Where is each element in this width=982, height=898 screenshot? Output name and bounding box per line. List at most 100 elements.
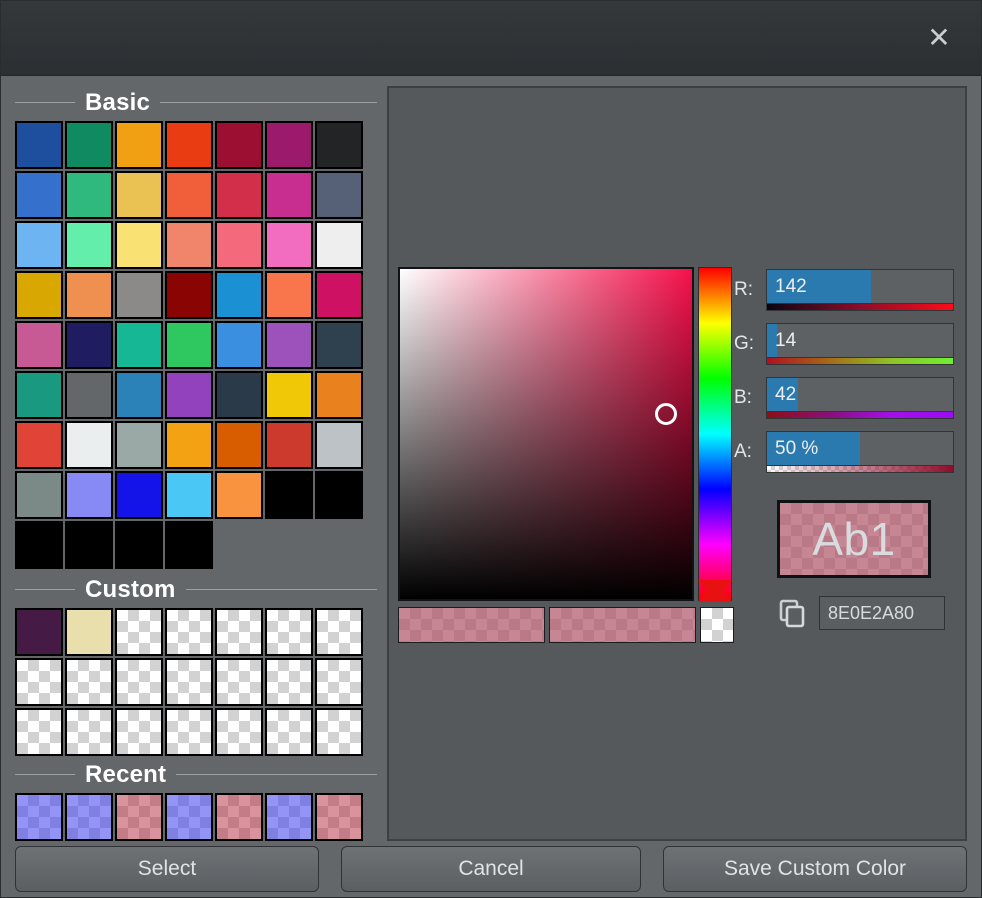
basic-swatch[interactable] [315, 271, 363, 319]
basic-swatch[interactable] [15, 121, 63, 169]
basic-swatch[interactable] [65, 121, 113, 169]
recent-swatch[interactable] [165, 793, 213, 841]
basic-swatch[interactable] [215, 371, 263, 419]
basic-swatch[interactable] [15, 171, 63, 219]
custom-swatch[interactable] [15, 708, 63, 756]
basic-swatch[interactable] [165, 271, 213, 319]
recent-swatch[interactable] [315, 793, 363, 841]
recent-swatch[interactable] [65, 793, 113, 841]
basic-swatch[interactable] [315, 121, 363, 169]
basic-swatch[interactable] [165, 471, 213, 519]
basic-swatch[interactable] [65, 321, 113, 369]
cancel-button[interactable]: Cancel [341, 846, 641, 892]
custom-swatch[interactable] [265, 658, 313, 706]
recent-swatch[interactable] [15, 793, 63, 841]
custom-swatch[interactable] [65, 708, 113, 756]
custom-swatch[interactable] [265, 608, 313, 656]
custom-swatch[interactable] [315, 608, 363, 656]
basic-swatch[interactable] [115, 421, 163, 469]
basic-swatch[interactable] [65, 471, 113, 519]
basic-swatch[interactable] [115, 521, 163, 569]
basic-swatch[interactable] [165, 171, 213, 219]
basic-swatch[interactable] [15, 421, 63, 469]
channel-slider-red[interactable]: 142 [766, 269, 954, 304]
basic-swatch[interactable] [265, 221, 313, 269]
custom-swatch[interactable] [165, 658, 213, 706]
basic-swatch[interactable] [315, 471, 363, 519]
recent-swatch[interactable] [265, 793, 313, 841]
custom-swatch[interactable] [215, 708, 263, 756]
basic-swatch[interactable] [65, 521, 113, 569]
custom-swatch[interactable] [215, 608, 263, 656]
basic-swatch[interactable] [15, 321, 63, 369]
basic-swatch[interactable] [265, 121, 313, 169]
basic-swatch[interactable] [15, 371, 63, 419]
basic-swatch[interactable] [215, 421, 263, 469]
basic-swatch[interactable] [265, 471, 313, 519]
channel-slider-green[interactable]: 14 [766, 323, 954, 358]
basic-swatch[interactable] [165, 321, 213, 369]
basic-swatch[interactable] [115, 171, 163, 219]
custom-swatch[interactable] [215, 658, 263, 706]
custom-swatch[interactable] [315, 658, 363, 706]
basic-swatch[interactable] [65, 421, 113, 469]
basic-swatch[interactable] [115, 271, 163, 319]
basic-swatch[interactable] [65, 221, 113, 269]
hue-slider[interactable] [698, 267, 732, 601]
custom-swatch[interactable] [115, 658, 163, 706]
basic-swatch[interactable] [65, 271, 113, 319]
channel-slider-blue[interactable]: 42 [766, 377, 954, 412]
current-color-strip[interactable] [549, 607, 696, 643]
custom-swatch[interactable] [15, 608, 63, 656]
basic-swatch[interactable] [265, 171, 313, 219]
custom-swatch[interactable] [65, 658, 113, 706]
copy-icon[interactable] [777, 598, 807, 628]
basic-swatch[interactable] [115, 371, 163, 419]
basic-swatch[interactable] [165, 521, 213, 569]
basic-swatch[interactable] [115, 121, 163, 169]
basic-swatch[interactable] [165, 221, 213, 269]
close-icon[interactable]: ✕ [911, 10, 967, 66]
basic-swatch[interactable] [265, 321, 313, 369]
basic-swatch[interactable] [215, 221, 263, 269]
recent-swatch[interactable] [215, 793, 263, 841]
basic-swatch[interactable] [215, 121, 263, 169]
basic-swatch[interactable] [315, 321, 363, 369]
basic-swatch[interactable] [115, 471, 163, 519]
custom-swatch[interactable] [115, 708, 163, 756]
basic-swatch[interactable] [265, 271, 313, 319]
basic-swatch[interactable] [265, 371, 313, 419]
basic-swatch[interactable] [315, 421, 363, 469]
basic-swatch[interactable] [15, 271, 63, 319]
recent-swatch[interactable] [115, 793, 163, 841]
basic-swatch[interactable] [15, 221, 63, 269]
custom-swatch[interactable] [315, 708, 363, 756]
previous-color-strip[interactable] [398, 607, 545, 643]
basic-swatch[interactable] [215, 321, 263, 369]
basic-swatch[interactable] [215, 471, 263, 519]
basic-swatch[interactable] [165, 421, 213, 469]
basic-swatch[interactable] [315, 171, 363, 219]
custom-swatch[interactable] [165, 708, 213, 756]
basic-swatch[interactable] [15, 471, 63, 519]
custom-swatch[interactable] [65, 608, 113, 656]
basic-swatch[interactable] [215, 171, 263, 219]
channel-slider-alpha[interactable]: 50 % [766, 431, 954, 466]
basic-swatch[interactable] [315, 221, 363, 269]
custom-swatch[interactable] [165, 608, 213, 656]
basic-swatch[interactable] [315, 371, 363, 419]
custom-swatch[interactable] [265, 708, 313, 756]
basic-swatch[interactable] [65, 171, 113, 219]
basic-swatch[interactable] [115, 221, 163, 269]
basic-swatch[interactable] [115, 321, 163, 369]
basic-swatch[interactable] [165, 121, 213, 169]
basic-swatch[interactable] [65, 371, 113, 419]
basic-swatch[interactable] [215, 271, 263, 319]
saturation-value-square[interactable] [398, 267, 694, 601]
save-custom-color-button[interactable]: Save Custom Color [663, 846, 967, 892]
basic-swatch[interactable] [265, 421, 313, 469]
custom-swatch[interactable] [15, 658, 63, 706]
transparent-color-strip[interactable] [700, 607, 734, 643]
custom-swatch[interactable] [115, 608, 163, 656]
basic-swatch[interactable] [165, 371, 213, 419]
